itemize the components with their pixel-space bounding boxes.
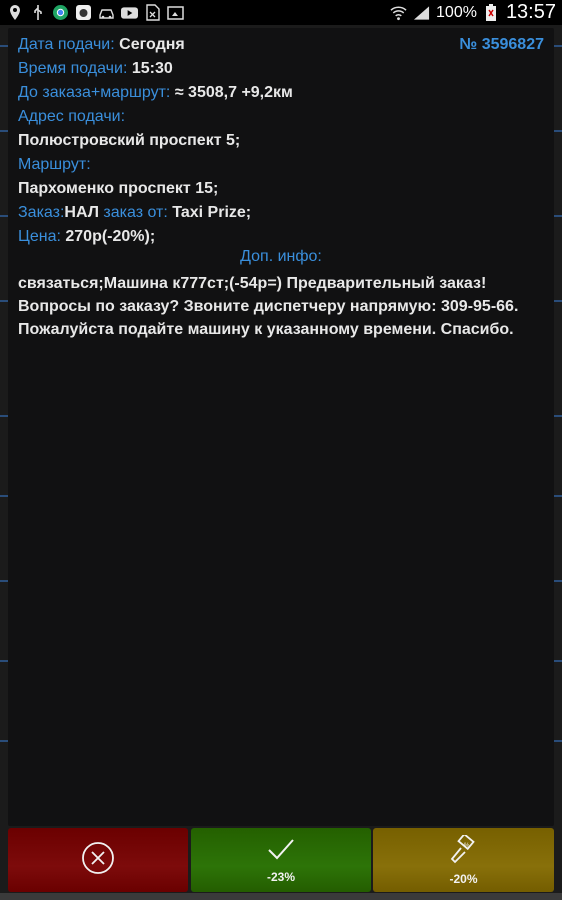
order-number: № 3596827	[459, 36, 544, 53]
price-row: Цена: 270р(-20%);	[18, 228, 155, 246]
distance-row: До заказа+маршрут: ≈ 3508,7 +9,2км	[18, 84, 293, 102]
system-icons: 100% 13:57	[390, 1, 562, 24]
pickup-time-label: Время подачи:	[18, 60, 128, 77]
order-details-dialog: Дата подачи: Сегодня № 3596827 Время под…	[8, 28, 554, 826]
location-icon	[6, 4, 23, 21]
pickup-date-row: Дата подачи: Сегодня	[18, 36, 185, 54]
navigation-strip	[0, 893, 562, 900]
order-from-value: Taxi Prize;	[172, 204, 252, 221]
bid-discount-label: -20%	[449, 871, 478, 886]
cancel-button[interactable]	[8, 828, 188, 892]
distance-value: ≈ 3508,7 +9,2км	[174, 84, 293, 101]
svg-text:%: %	[464, 843, 470, 849]
route-value: Пархоменко проспект 15;	[18, 180, 219, 197]
cancel-icon	[81, 841, 115, 880]
auction-gavel-icon: %	[448, 832, 480, 870]
signal-icon	[413, 4, 430, 21]
chrome-icon	[52, 4, 69, 21]
extra-info-title: Доп. инфо:	[240, 248, 322, 265]
wifi-icon	[390, 4, 407, 21]
checkmark-icon	[266, 837, 296, 868]
sheriff-icon	[75, 4, 92, 21]
price-value: 270р(-20%);	[65, 228, 156, 245]
order-from-label: заказ от:	[103, 204, 168, 221]
order-type-row: Заказ:НАЛ заказ от: Taxi Prize;	[18, 204, 251, 222]
status-bar: 100% 13:57	[0, 0, 562, 25]
usb-icon	[29, 4, 46, 21]
youtube-icon	[121, 4, 138, 21]
battery-percent: 100%	[436, 3, 477, 21]
route-label: Маршрут:	[18, 156, 91, 173]
order-type-label: Заказ:	[18, 204, 65, 221]
pickup-date-label: Дата подачи:	[18, 36, 115, 53]
clock: 13:57	[505, 1, 556, 23]
pickup-time-value: 15:30	[131, 60, 173, 77]
photo-icon	[167, 4, 184, 21]
battery-icon	[483, 3, 500, 21]
price-label: Цена:	[18, 228, 61, 245]
address-label: Адрес подачи:	[18, 108, 126, 125]
taxi-car-icon	[98, 4, 115, 21]
accept-button[interactable]: -23%	[191, 828, 371, 892]
bid-button[interactable]: % -20%	[373, 828, 554, 892]
pickup-time-row: Время подачи: 15:30	[18, 60, 173, 78]
pickup-date-value: Сегодня	[119, 36, 185, 53]
order-type-value: НАЛ	[64, 204, 99, 221]
address-value: Полюстровский проспект 5;	[18, 132, 241, 149]
notification-icons	[0, 4, 184, 21]
distance-label: До заказа+маршрут:	[18, 84, 171, 101]
extra-info-text: связаться;Машина к777ст;(-54р=) Предвари…	[18, 275, 519, 338]
accept-discount-label: -23%	[266, 869, 295, 884]
sim-card-icon	[144, 4, 161, 21]
